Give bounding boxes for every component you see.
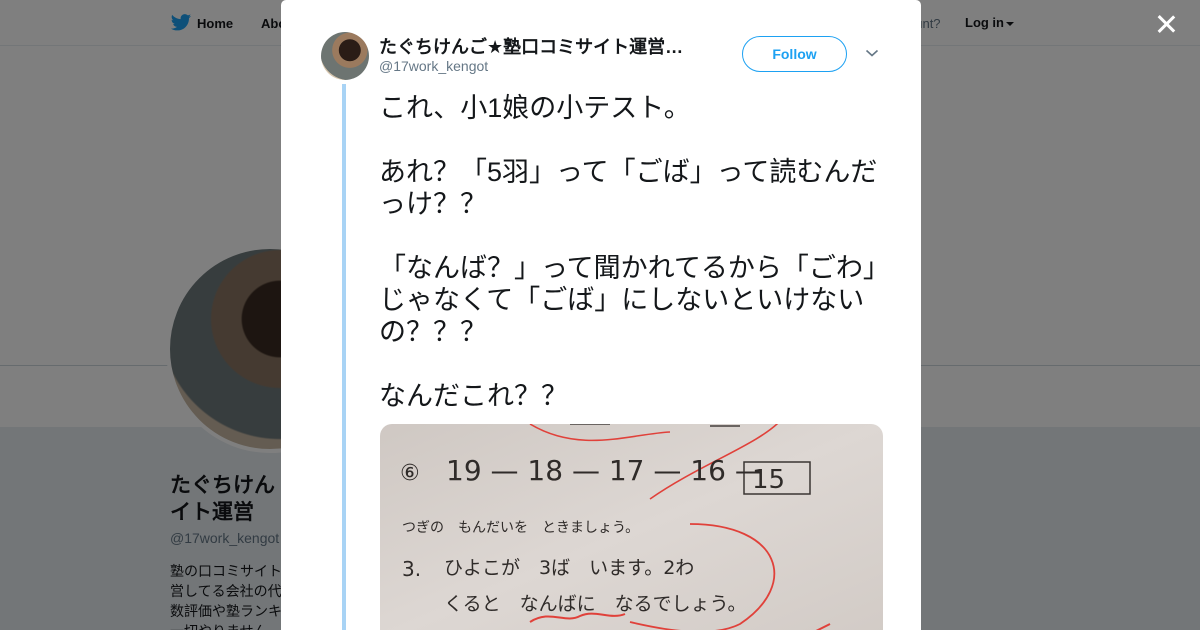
number-sequence: 19 — 18 — 17 — 16 — — [446, 454, 763, 487]
answer-value: 15 — [752, 465, 785, 495]
problem-number: ⑥ — [400, 461, 420, 486]
follow-button[interactable]: Follow — [742, 36, 847, 72]
question-number: 3. — [402, 557, 421, 581]
instruction-text: つぎの もんだいを ときましょう。 — [402, 520, 639, 536]
question-line-1: ひよこが 3ば います。2わ — [444, 557, 694, 579]
tweet-modal: たぐちけんご★塾口コミサイト運営… @17work_kengot Follow … — [281, 0, 921, 630]
close-icon[interactable] — [1154, 12, 1178, 36]
author-handle[interactable]: @17work_kengot — [379, 58, 488, 74]
tweet-text: これ、小1娘の小テスト。 あれ？「5羽」って「ごば」って読むんだっけ？？ 「なん… — [379, 93, 878, 411]
author-avatar[interactable] — [321, 32, 369, 80]
author-name[interactable]: たぐちけんご★塾口コミサイト運営… — [379, 33, 691, 59]
thread-line — [342, 84, 346, 630]
chevron-down-icon[interactable] — [865, 48, 879, 58]
test-paper-image: ⑥ 19 — 18 — 17 — 16 — 15 つぎの もんだいを ときましょ… — [380, 424, 883, 630]
question-line-2: くると なんばに なるでしょう。 — [444, 593, 746, 615]
tweet-photo[interactable]: ⑥ 19 — 18 — 17 — 16 — 15 つぎの もんだいを ときましょ… — [380, 424, 883, 630]
